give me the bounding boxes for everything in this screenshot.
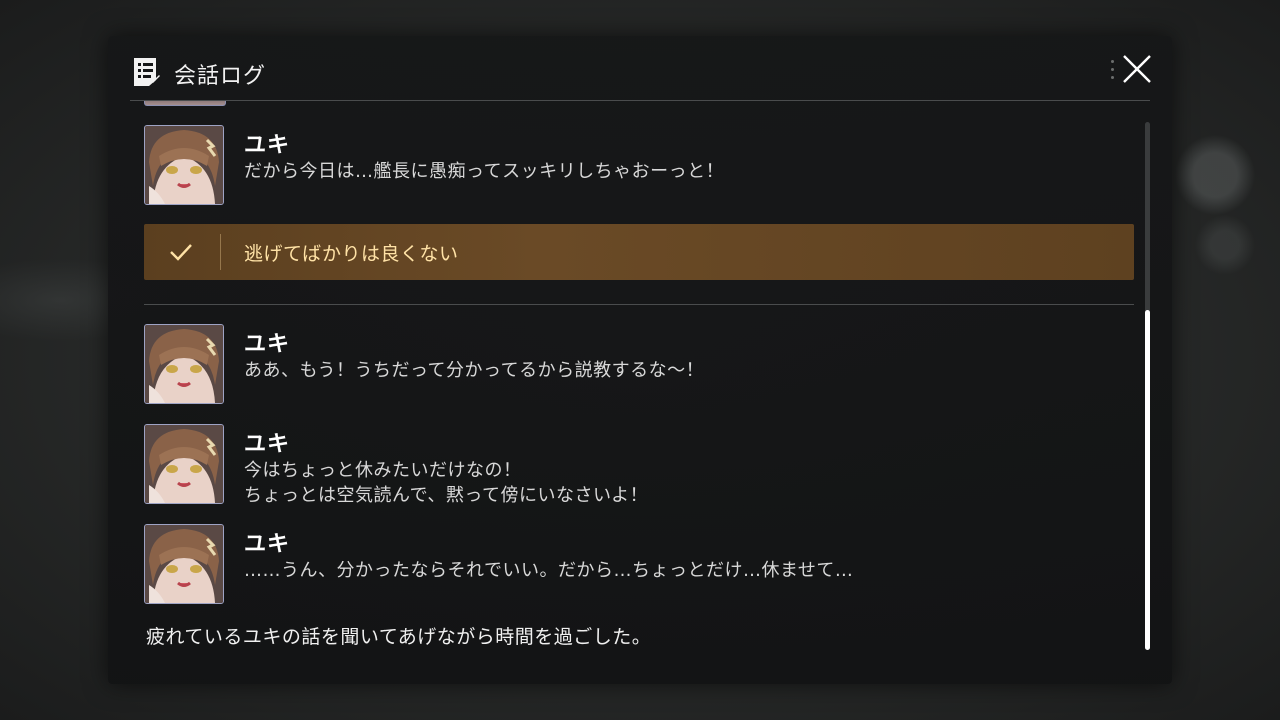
choice-divider — [220, 234, 221, 270]
choice-separator — [144, 304, 1134, 305]
panel-header: 会話ログ — [108, 36, 1172, 100]
narration-text: 疲れているユキの話を聞いてあげながら時間を過ごした。 — [146, 626, 652, 648]
conversation-log-panel: 会話ログ ・・・・・・・・・・・・・・・・・・・・・・・・・・・・ — [108, 36, 1172, 684]
close-icon — [1123, 55, 1151, 83]
drag-handle-icon — [1111, 60, 1115, 82]
dialogue-line: 今はちょっと休みたいだけなの！ — [244, 460, 522, 481]
dialogue-line: ……うん、分かったならそれでいい。だから…ちょっとだけ…休ませて… — [244, 560, 854, 581]
selected-choice: 逃げてばかりは良くない — [144, 224, 1134, 280]
page-title: 会話ログ — [174, 64, 267, 89]
avatar — [144, 324, 224, 404]
choice-text: 逃げてばかりは良くない — [244, 243, 459, 265]
avatar — [144, 524, 224, 604]
log-scroll-area[interactable]: ・・・・・・・・・・・・・・・・・・・・・・・・・・・・ ユキ だから今日は…艦… — [108, 101, 1172, 676]
avatar — [144, 125, 224, 205]
avatar — [144, 424, 224, 504]
scrollbar-thumb[interactable] — [1145, 310, 1150, 650]
speaker-name: ユキ — [244, 532, 291, 557]
dialogue-line: ちょっとは空気読んで、黙って傍にいなさいよ！ — [244, 485, 649, 506]
speaker-name: ユキ — [244, 332, 291, 357]
checkmark-icon — [170, 244, 192, 261]
speaker-name: ユキ — [244, 432, 291, 457]
avatar-cutoff — [144, 101, 226, 106]
speaker-name: ユキ — [244, 133, 291, 158]
close-button[interactable] — [1120, 52, 1154, 86]
document-log-icon — [134, 58, 160, 86]
dialogue-line: だから今日は…艦長に愚痴ってスッキリしちゃおーっと！ — [244, 161, 725, 182]
dialogue-line: ああ、もう！うちだって分かってるから説教するな〜！ — [244, 360, 705, 381]
cutoff-line: ・・・・・・・・・・・・・・・・・・・・・・・・・・・・ — [244, 101, 748, 109]
